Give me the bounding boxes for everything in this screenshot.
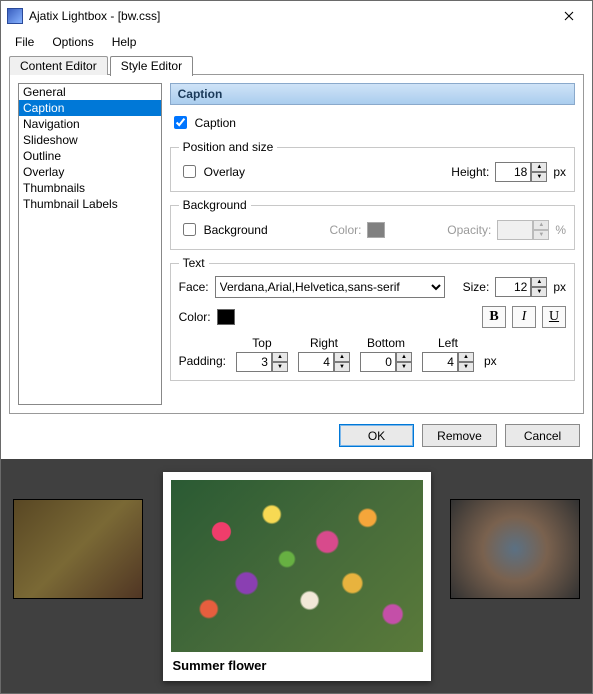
background-checkbox-row[interactable]: Background [179, 218, 268, 241]
category-list[interactable]: General Caption Navigation Slideshow Out… [18, 83, 162, 405]
thumb-prev[interactable] [13, 499, 143, 599]
pad-left-down[interactable]: ▼ [458, 362, 474, 372]
close-icon [564, 11, 574, 21]
background-checkbox[interactable] [183, 223, 196, 236]
preview-area: Summer flower [1, 459, 592, 693]
caption-checkbox-row[interactable]: Caption [170, 111, 575, 134]
tab-content-editor[interactable]: Content Editor [9, 56, 108, 75]
cat-thumbnails[interactable]: Thumbnails [19, 180, 161, 196]
pad-bottom-up[interactable]: ▲ [396, 352, 412, 362]
size-input[interactable] [495, 277, 531, 297]
opacity-label: Opacity: [447, 223, 491, 237]
face-label: Face: [179, 280, 209, 294]
overlay-checkbox[interactable] [183, 165, 196, 178]
cancel-button[interactable]: Cancel [505, 424, 580, 447]
height-unit: px [553, 165, 566, 179]
cat-slideshow[interactable]: Slideshow [19, 132, 161, 148]
pad-right-up[interactable]: ▲ [334, 352, 350, 362]
caption-panel: Caption Caption Position and size Overla… [170, 83, 575, 405]
preview-image [171, 480, 423, 652]
text-legend: Text [179, 256, 209, 270]
tabs-area: Content Editor Style Editor [1, 53, 592, 74]
bold-button[interactable]: B [482, 306, 506, 328]
pad-right-label: Right [310, 336, 338, 350]
pad-left-up[interactable]: ▲ [458, 352, 474, 362]
pad-right-down[interactable]: ▼ [334, 362, 350, 372]
cat-caption[interactable]: Caption [19, 100, 161, 116]
cat-overlay[interactable]: Overlay [19, 164, 161, 180]
position-size-group: Position and size Overlay Height: ▲▼ px [170, 140, 575, 192]
position-size-legend: Position and size [179, 140, 278, 154]
pad-left-input[interactable] [422, 352, 458, 372]
height-up[interactable]: ▲ [531, 162, 547, 172]
app-icon [7, 8, 23, 24]
panel-header: Caption [170, 83, 575, 105]
opacity-up: ▲ [533, 220, 549, 230]
opacity-spinner: ▲▼ [497, 220, 549, 240]
pad-top-label: Top [252, 336, 271, 350]
tab-style-editor[interactable]: Style Editor [110, 56, 193, 76]
background-legend: Background [179, 198, 251, 212]
tabs-row: Content Editor Style Editor [9, 55, 584, 75]
pad-top-input[interactable] [236, 352, 272, 372]
remove-button[interactable]: Remove [422, 424, 497, 447]
menu-options[interactable]: Options [44, 33, 101, 51]
pad-left-label: Left [438, 336, 458, 350]
window-title: Ajatix Lightbox - [bw.css] [29, 9, 546, 23]
thumb-next-image [451, 500, 579, 598]
window: Ajatix Lightbox - [bw.css] File Options … [0, 0, 593, 694]
menu-help[interactable]: Help [104, 33, 145, 51]
opacity-unit: % [555, 223, 566, 237]
size-unit: px [553, 280, 566, 294]
menubar: File Options Help [1, 31, 592, 53]
opacity-input [497, 220, 533, 240]
pad-top-down[interactable]: ▼ [272, 362, 288, 372]
preview-card: Summer flower [163, 472, 431, 681]
face-select[interactable]: Verdana,Arial,Helvetica,sans-serif [215, 276, 445, 298]
height-down[interactable]: ▼ [531, 172, 547, 182]
thumb-next[interactable] [450, 499, 580, 599]
cat-thumbnail-labels[interactable]: Thumbnail Labels [19, 196, 161, 212]
size-down[interactable]: ▼ [531, 287, 547, 297]
size-spinner[interactable]: ▲▼ [495, 277, 547, 297]
close-button[interactable] [546, 1, 592, 31]
cat-outline[interactable]: Outline [19, 148, 161, 164]
padding-unit: px [484, 354, 497, 372]
pad-bottom-down[interactable]: ▼ [396, 362, 412, 372]
caption-checkbox-label: Caption [195, 116, 236, 130]
pad-bottom-label: Bottom [367, 336, 405, 350]
titlebar: Ajatix Lightbox - [bw.css] [1, 1, 592, 31]
text-color-swatch[interactable] [217, 309, 235, 325]
background-checkbox-label: Background [204, 223, 268, 237]
text-group: Text Face: Verdana,Arial,Helvetica,sans-… [170, 256, 575, 381]
bg-color-swatch [367, 222, 385, 238]
height-label: Height: [451, 165, 489, 179]
background-group: Background Background Color: Opacity: [170, 198, 575, 250]
size-up[interactable]: ▲ [531, 277, 547, 287]
menu-file[interactable]: File [7, 33, 42, 51]
text-color-label: Color: [179, 310, 211, 324]
pad-right-input[interactable] [298, 352, 334, 372]
caption-checkbox[interactable] [174, 116, 187, 129]
size-label: Size: [463, 280, 490, 294]
italic-button[interactable]: I [512, 306, 536, 328]
overlay-checkbox-row[interactable]: Overlay [179, 160, 245, 183]
padding-label: Padding: [179, 354, 226, 372]
ok-button[interactable]: OK [339, 424, 414, 447]
cat-navigation[interactable]: Navigation [19, 116, 161, 132]
editor-pane: General Caption Navigation Slideshow Out… [9, 74, 584, 414]
height-input[interactable] [495, 162, 531, 182]
bg-color-label: Color: [329, 223, 361, 237]
underline-button[interactable]: U [542, 306, 566, 328]
overlay-checkbox-label: Overlay [204, 165, 245, 179]
pad-top-up[interactable]: ▲ [272, 352, 288, 362]
buttons-row: OK Remove Cancel [1, 414, 592, 459]
cat-general[interactable]: General [19, 84, 161, 100]
preview-caption: Summer flower [171, 652, 423, 675]
height-spinner[interactable]: ▲▼ [495, 162, 547, 182]
pad-bottom-input[interactable] [360, 352, 396, 372]
thumb-prev-image [14, 500, 142, 598]
opacity-down: ▼ [533, 230, 549, 240]
